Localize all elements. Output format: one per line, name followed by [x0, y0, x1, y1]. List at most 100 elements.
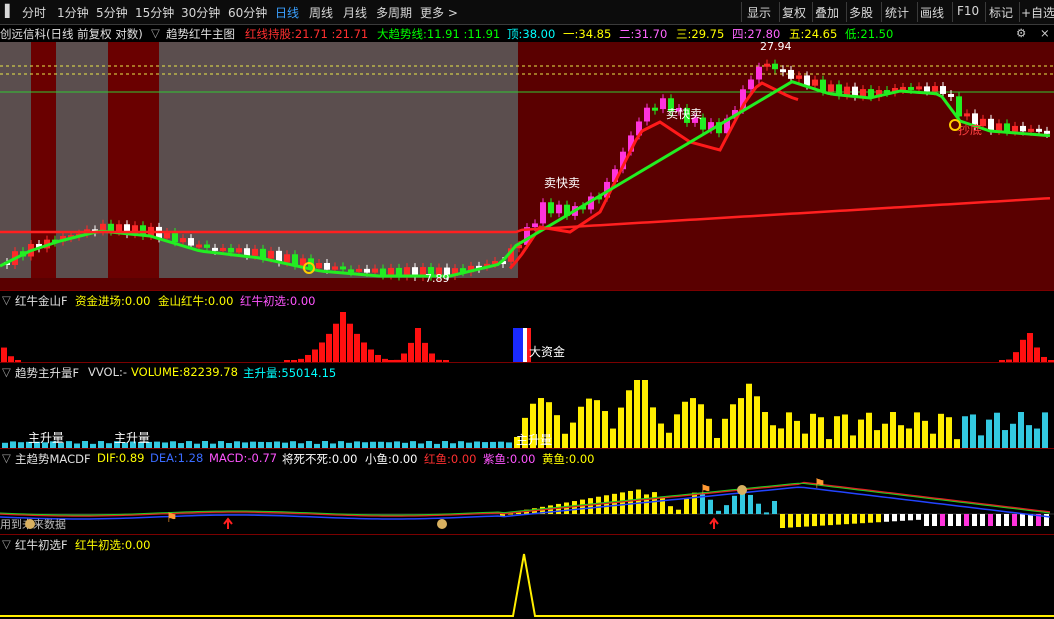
- volume-bar: [994, 412, 1000, 448]
- volume-bar: [554, 415, 560, 448]
- stat-jiangsi: 将死不死:0.00: [282, 451, 357, 467]
- macd-bar: [956, 514, 961, 526]
- volume-bar: [682, 401, 688, 448]
- stat-value: 1.28: [177, 451, 204, 465]
- macd-bar: [692, 492, 697, 514]
- volume-bar: [970, 414, 976, 448]
- macd-bar: [788, 514, 793, 528]
- period-tab-multi[interactable]: 多周期: [376, 4, 412, 21]
- period-tab-daily[interactable]: 日线: [275, 4, 299, 21]
- adjust-button[interactable]: 复权: [782, 4, 806, 21]
- fund-bar: [347, 323, 353, 362]
- toolbar-divider: [881, 2, 882, 22]
- indicator-dropdown-icon[interactable]: ▽: [2, 451, 11, 465]
- sell-annotation: 卖快卖: [666, 107, 702, 121]
- period-tab-5min[interactable]: 5分钟: [96, 4, 128, 21]
- close-icon[interactable]: ×: [1040, 26, 1050, 40]
- indicator-name[interactable]: 红牛金山F: [15, 293, 68, 309]
- period-tab-weekly[interactable]: 周线: [309, 4, 333, 21]
- macd-bar: [852, 514, 857, 524]
- stat-value: 0.00: [289, 294, 316, 308]
- stat-yellow-fish: 黄鱼:0.00: [542, 451, 594, 467]
- volume-bar: [354, 441, 360, 448]
- volume-bar: [442, 441, 448, 448]
- indicator-dropdown-icon[interactable]: ▽: [2, 537, 11, 551]
- period-tab-30min[interactable]: 30分钟: [181, 4, 220, 21]
- candle-body: [948, 93, 954, 97]
- volume-bar: [946, 417, 952, 448]
- macd-bar: [996, 514, 1001, 526]
- red-band: [108, 42, 159, 278]
- gear-icon[interactable]: ⚙: [1016, 26, 1026, 40]
- stock-title: 创远信科(日线 前复权 对数): [0, 27, 143, 41]
- indicator-name[interactable]: 趋势主升量F: [15, 365, 79, 381]
- display-button[interactable]: 显示: [747, 4, 771, 21]
- volume-bar: [794, 420, 800, 448]
- stat-red-hold: 红线持股:21.71 :21.71: [245, 26, 368, 42]
- indicator-name[interactable]: 主趋势MACDF: [15, 451, 91, 467]
- macd-bar: [892, 514, 897, 522]
- period-tab-15min[interactable]: 15分钟: [135, 4, 174, 21]
- mark-button[interactable]: 标记: [989, 4, 1013, 21]
- macd-bar: [660, 496, 665, 514]
- period-toolbar: ▌ 分时 1分钟 5分钟 15分钟 30分钟 60分钟 日线 周线 月线 多周期…: [0, 0, 1054, 25]
- candle-body: [196, 244, 202, 248]
- fund-bar: [1027, 333, 1033, 362]
- stat-value: 34.85: [578, 27, 612, 41]
- volume-bar: [202, 441, 208, 448]
- volume-bar: [218, 441, 224, 448]
- stat-value: 21.50: [860, 27, 894, 41]
- macd-bar: [860, 514, 865, 524]
- indicator-dropdown-icon[interactable]: ▽: [2, 293, 11, 307]
- period-tab-60min[interactable]: 60分钟: [228, 4, 267, 21]
- stat-value: 55014.15: [281, 366, 337, 380]
- candle-body: [372, 268, 378, 273]
- macd-bar: [836, 514, 841, 525]
- volume-bar: [778, 428, 784, 448]
- indicator-dropdown-icon[interactable]: ▽: [2, 365, 11, 379]
- candle-body: [540, 202, 546, 224]
- candle-body: [388, 267, 394, 276]
- toolbar-divider: [846, 2, 847, 22]
- candle-body: [548, 202, 554, 214]
- panel-divider: [0, 448, 1054, 449]
- stats-button[interactable]: 统计: [885, 4, 909, 21]
- period-tab-more[interactable]: 更多 >: [420, 4, 458, 21]
- macd-bar: [948, 514, 953, 526]
- macd-bar: [1004, 514, 1009, 526]
- candle-body: [236, 248, 242, 253]
- panel-divider: [0, 534, 1054, 535]
- candle-body: [532, 223, 538, 228]
- period-tab-1min[interactable]: 1分钟: [57, 4, 89, 21]
- indicator-name[interactable]: 红牛初选F: [15, 537, 68, 553]
- fund-bar: [305, 354, 311, 362]
- period-tab-monthly[interactable]: 月线: [343, 4, 367, 21]
- macd-bar: [772, 500, 777, 514]
- f10-button[interactable]: F10: [957, 4, 979, 18]
- indicator-dropdown-icon[interactable]: ▽: [151, 26, 160, 40]
- candlestick-chart[interactable]: 27.94 7.89 卖快卖 卖快卖 抄底: [0, 42, 1054, 290]
- stat-label: 一:: [563, 27, 579, 41]
- add-watchlist-button[interactable]: +自选: [1021, 4, 1054, 21]
- stat-label: VOLUME:: [131, 365, 184, 379]
- stat-value: 38.00: [522, 27, 556, 41]
- overlay-button[interactable]: 叠加: [815, 4, 839, 21]
- stat-purple-fish: 紫鱼:0.00: [483, 451, 535, 467]
- volume-bar: [890, 412, 896, 448]
- stat-label: 顶:: [507, 27, 523, 41]
- volume-bar: [666, 432, 672, 448]
- period-tab-fenshi[interactable]: 分时: [22, 4, 46, 21]
- volume-bar: [770, 425, 776, 448]
- candle-body: [812, 79, 818, 86]
- fund-bar: [375, 354, 381, 362]
- candle-body: [764, 63, 770, 67]
- multi-stock-button[interactable]: 多股: [849, 4, 873, 21]
- draw-line-button[interactable]: 画线: [920, 4, 944, 21]
- volume-bar: [10, 441, 16, 448]
- volume-bar: [690, 398, 696, 448]
- main-indicator-name[interactable]: 趋势红牛主图: [166, 26, 235, 42]
- volume-bar: [618, 407, 624, 448]
- stat-value: -0.77: [247, 451, 278, 465]
- macd-bar: [676, 509, 681, 514]
- macd-bar: [668, 506, 673, 514]
